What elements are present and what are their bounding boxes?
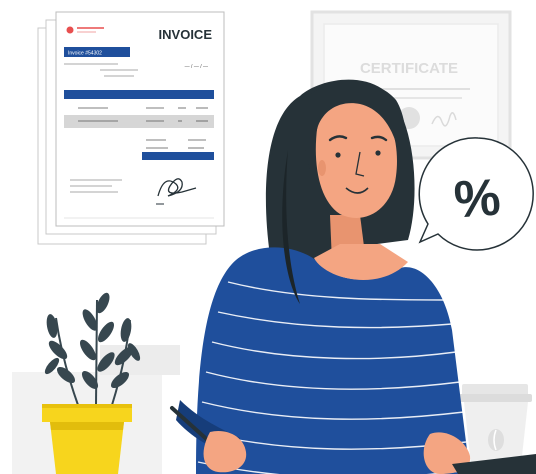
speech-bubble: % (418, 137, 534, 251)
invoice-number: Invoice #54302 (68, 51, 102, 57)
invoice-total-bar (142, 152, 214, 160)
invoice-title: INVOICE (159, 27, 213, 42)
coffee-bean-icon (488, 429, 504, 451)
eye-right (375, 150, 381, 156)
certificate-title: CERTIFICATE (360, 60, 458, 77)
invoice-date: — / — / — (185, 64, 208, 70)
invoice-stack: INVOICE Invoice #54302 — / — / — (37, 11, 225, 245)
invoice-table-header (64, 90, 214, 99)
invoice-table-row-shaded (64, 115, 214, 128)
illustration-canvas: CERTIFICATE INVOICE Invoice #54302 — / —… (0, 0, 536, 474)
percent-icon: % (452, 168, 502, 229)
eye-left (335, 152, 341, 158)
invoice-logo-icon (66, 26, 74, 34)
